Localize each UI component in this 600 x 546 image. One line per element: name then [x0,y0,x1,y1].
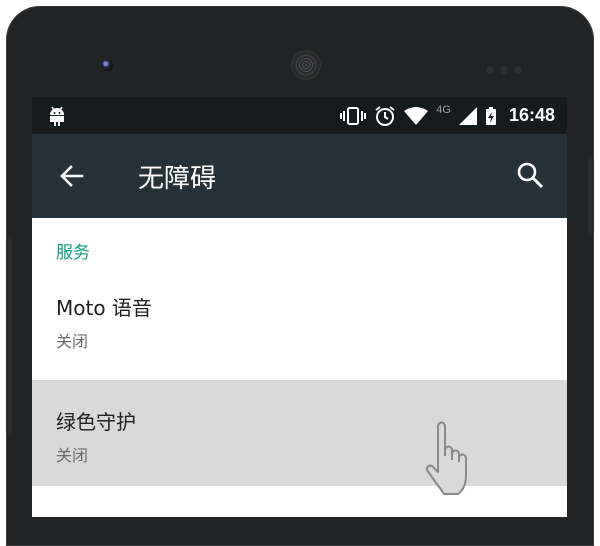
earpiece-speaker [291,50,321,80]
list-item-greenify[interactable]: 绿色守护 关闭 [32,380,567,495]
list-item-status: 关闭 [56,332,89,351]
search-icon [517,162,544,189]
wifi-icon [404,106,429,125]
network-type: 4G [436,103,451,116]
battery-charging-icon [485,106,496,125]
tap-hand-icon [425,421,467,495]
section-header-services: 服务 [56,243,90,263]
power-button [588,156,594,236]
list-item-status: 关闭 [56,446,89,465]
page-title: 无障碍 [138,164,217,194]
app-bar: 无障碍 [32,134,567,218]
arrow-back-icon [60,165,84,187]
front-camera [101,59,113,71]
back-button[interactable] [58,162,86,194]
status-bar: 4G 16:48 [32,97,567,134]
volume-button [6,236,12,436]
list-item-title: Moto 语音 [56,296,152,320]
vibrate-icon [340,106,367,125]
android-icon [50,106,64,126]
screen: 4G 16:48 无障碍 服务 Moto 语音 关闭 绿色守护 关闭 [32,97,567,517]
list-item-title: 绿色守护 [56,410,136,434]
proximity-sensors [486,59,546,74]
signal-icon [458,106,477,125]
alarm-icon [375,105,395,126]
clock: 16:48 [508,105,555,125]
list-item-moto-voice[interactable]: Moto 语音 关闭 [32,276,567,380]
search-button[interactable] [515,160,545,194]
